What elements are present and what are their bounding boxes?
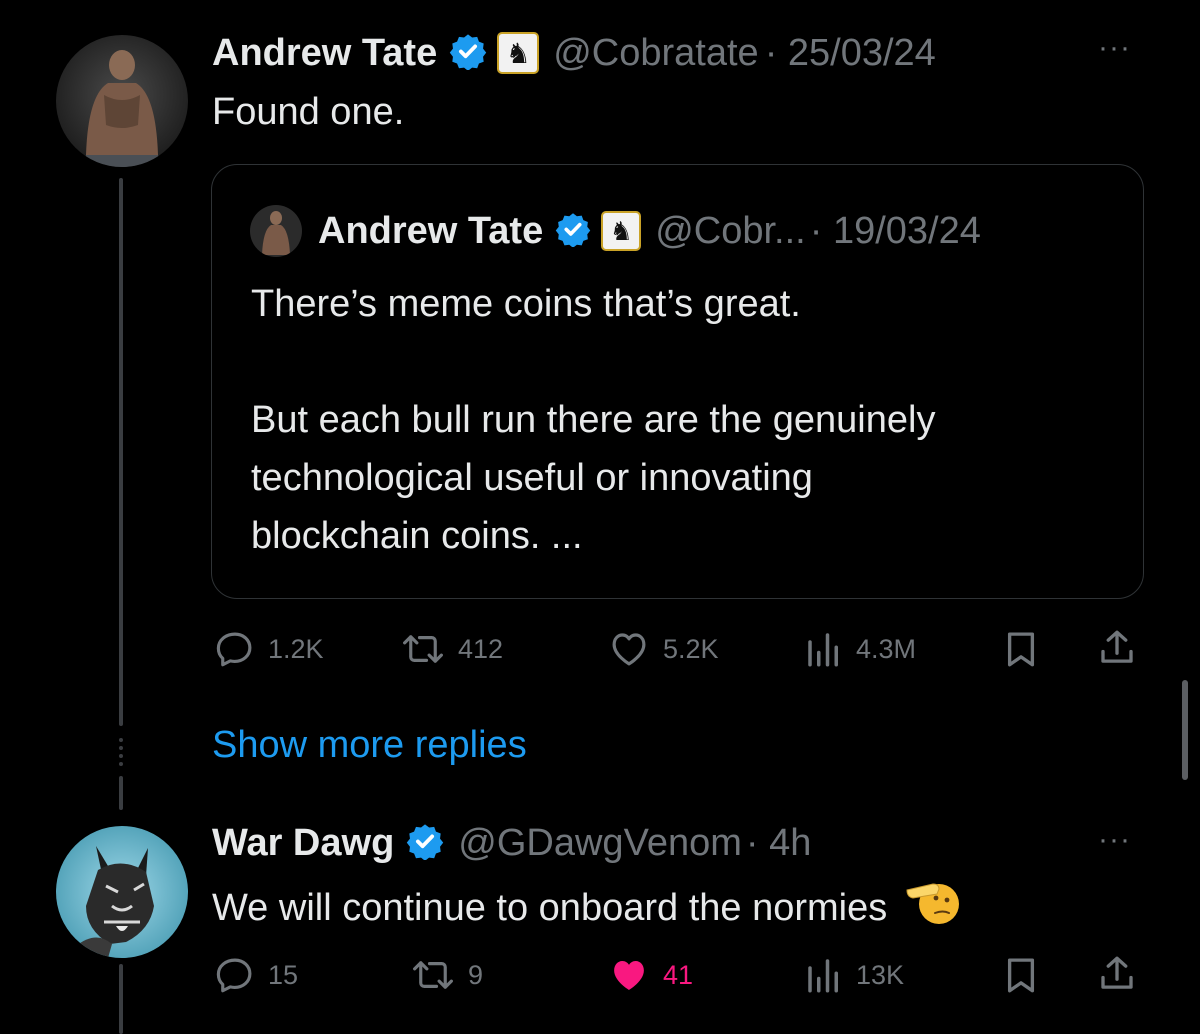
affiliate-knight-icon: ♞ xyxy=(601,211,642,251)
quoted-author-handle: @Cobr... xyxy=(655,209,806,252)
repost-count: 9 xyxy=(468,959,484,990)
show-more-replies-link[interactable]: Show more replies xyxy=(212,724,527,767)
verified-badge-icon xyxy=(449,32,487,75)
tweet-text: We will continue to onboard the normies xyxy=(212,878,960,938)
avatar[interactable] xyxy=(56,826,188,958)
verified-badge-icon xyxy=(406,822,444,865)
share-icon xyxy=(1101,630,1133,663)
quoted-text-line: blockchain coins. ... xyxy=(251,515,583,557)
quoted-date: · 19/03/24 xyxy=(809,209,981,252)
verified-badge-icon xyxy=(555,211,591,252)
reply-button[interactable]: 15 xyxy=(214,954,298,996)
share-icon xyxy=(1101,956,1133,989)
repost-icon xyxy=(403,635,443,663)
tweet2-header: War Dawg @GDawgVenom · 4h xyxy=(212,818,811,868)
quoted-tweet[interactable]: Andrew Tate ♞ @Cobr... · 19/03/24 There’… xyxy=(211,164,1144,599)
like-button[interactable]: 5.2K xyxy=(607,628,719,670)
quoted-text-line: But each bull run there are the genuinel… xyxy=(251,399,936,441)
quoted-header: Andrew Tate ♞ @Cobr... · 19/03/24 xyxy=(318,209,981,253)
author-handle[interactable]: @Cobratate xyxy=(553,32,758,75)
like-count: 41 xyxy=(663,959,694,990)
reply-count: 1.2K xyxy=(268,633,324,664)
views-button[interactable]: 13K xyxy=(804,954,904,996)
tweet-date[interactable]: · 25/03/24 xyxy=(765,32,936,75)
view-count: 13K xyxy=(856,959,905,990)
heart-filled-icon xyxy=(614,961,644,990)
author-name[interactable]: War Dawg xyxy=(212,822,394,865)
scrollbar[interactable] xyxy=(1182,680,1188,780)
tweet-text-content: We will continue to onboard the normies xyxy=(212,887,888,929)
tweet1-header: Andrew Tate ♞ @Cobratate · 25/03/24 xyxy=(212,28,936,78)
reply-icon xyxy=(216,958,252,993)
more-options-icon[interactable]: ··· xyxy=(1098,33,1131,63)
views-button[interactable]: 4.3M xyxy=(804,628,916,670)
repost-icon xyxy=(413,961,453,989)
quoted-author-name: Andrew Tate xyxy=(318,209,544,252)
heart-icon xyxy=(612,633,646,666)
quoted-avatar xyxy=(250,205,302,257)
like-count: 5.2K xyxy=(663,633,719,664)
author-handle[interactable]: @GDawgVenom xyxy=(458,822,742,865)
bookmark-icon xyxy=(1007,632,1035,667)
views-chart-icon xyxy=(808,633,838,667)
reply-button[interactable]: 1.2K xyxy=(214,628,324,670)
share-button[interactable] xyxy=(1096,952,1138,996)
tweet-date[interactable]: · 4h xyxy=(746,822,811,865)
bookmark-button[interactable] xyxy=(1000,954,1042,996)
quoted-text-line: technological useful or innovating xyxy=(251,457,813,499)
thread-line-bottom xyxy=(119,964,123,1034)
more-options-icon[interactable]: ··· xyxy=(1098,825,1131,855)
quoted-text-line: There’s meme coins that’s great. xyxy=(251,283,801,325)
tweet-text: Found one. xyxy=(212,91,405,133)
bookmark-button[interactable] xyxy=(1000,628,1042,670)
bookmark-icon xyxy=(1007,958,1035,993)
reply-count: 15 xyxy=(268,959,299,990)
share-button[interactable] xyxy=(1096,626,1138,670)
thread-line-top xyxy=(119,178,123,726)
thread-line-middle xyxy=(119,776,123,810)
author-name[interactable]: Andrew Tate xyxy=(212,32,437,75)
repost-button[interactable]: 9 xyxy=(410,954,483,996)
thread-dots xyxy=(117,738,125,770)
like-button[interactable]: 41 xyxy=(607,954,693,996)
views-chart-icon xyxy=(808,959,838,993)
reply-icon xyxy=(216,632,252,667)
repost-button[interactable]: 412 xyxy=(400,628,503,670)
view-count: 4.3M xyxy=(856,633,917,664)
repost-count: 412 xyxy=(458,633,504,664)
avatar[interactable] xyxy=(56,35,188,167)
saluting-face-icon xyxy=(903,878,960,938)
affiliate-knight-icon: ♞ xyxy=(497,32,540,74)
